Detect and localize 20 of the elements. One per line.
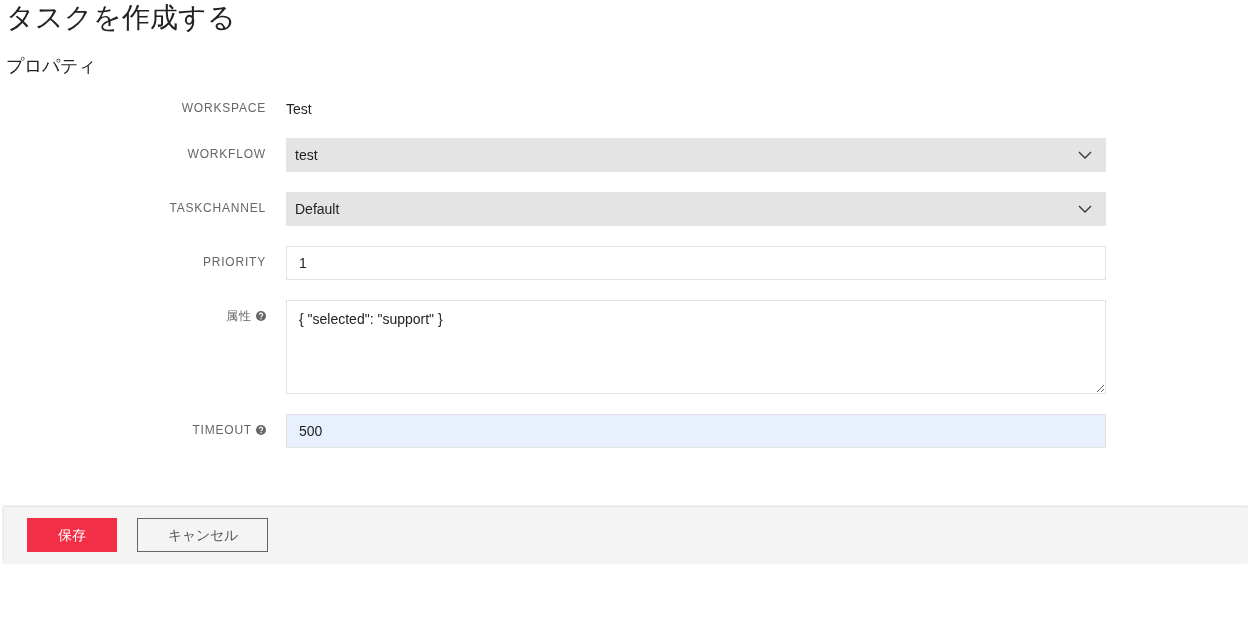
select-field[interactable]: test	[286, 138, 1106, 172]
help-icon[interactable]	[256, 425, 266, 435]
input-field[interactable]: 500	[286, 414, 1106, 448]
text-area[interactable]: { "selected": "support" }	[286, 300, 1106, 394]
save-button[interactable]: 保存	[27, 518, 117, 552]
field-label: TIMEOUT	[192, 422, 252, 438]
chevron-down-icon	[1078, 205, 1092, 213]
page-title: タスクを作成する	[5, 1, 236, 35]
cancel-button[interactable]: キャンセル	[137, 518, 268, 552]
section-heading: プロパティ	[5, 55, 96, 78]
field-label: TASKCHANNEL	[169, 200, 266, 216]
field-value: Test	[286, 100, 312, 118]
field-label: 属性	[226, 308, 252, 324]
field-label: WORKFLOW	[187, 146, 266, 162]
field-label: PRIORITY	[202, 254, 266, 270]
field-label: WORKSPACE	[181, 100, 266, 116]
select-field[interactable]: Default	[286, 192, 1106, 226]
help-icon[interactable]	[256, 311, 266, 321]
input-field[interactable]: 1	[286, 246, 1106, 280]
chevron-down-icon	[1078, 151, 1092, 159]
